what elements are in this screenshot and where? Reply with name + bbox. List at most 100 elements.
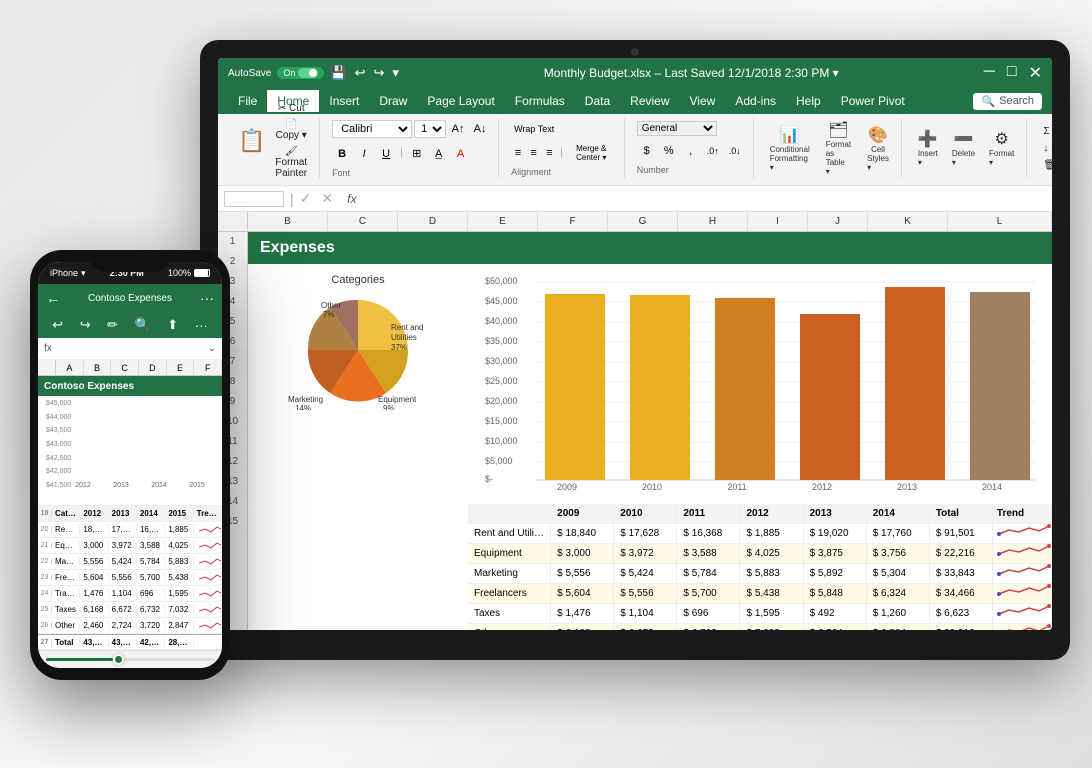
decrease-font-btn[interactable]: A↓ [470, 119, 490, 139]
table-cell-5-5[interactable]: $ 6,504 [804, 624, 867, 631]
font-color-button[interactable]: A [451, 144, 471, 164]
menu-page-layout[interactable]: Page Layout [417, 90, 504, 112]
paste-button[interactable]: 📋 [234, 126, 269, 156]
fill-btn[interactable]: ↓ Fill ▾ [1039, 141, 1052, 156]
format-painter-button[interactable]: 🖌 Format Painter [271, 144, 311, 181]
table-cell-2-7[interactable]: $ 33,843 [930, 564, 993, 584]
phone-cell-5-2[interactable]: 6,672 [109, 605, 137, 614]
table-cell-4-1[interactable]: $ 1,476 [551, 604, 614, 624]
phone-cell-2-5[interactable] [194, 555, 222, 569]
phone-cell-2-4[interactable]: 5,883 [165, 557, 193, 566]
save-icon[interactable]: 💾 [330, 65, 346, 81]
phone-more-dots-icon[interactable]: ··· [195, 318, 208, 333]
fill-color-button[interactable]: A̲ [429, 144, 449, 164]
phone-cell-4-2[interactable]: 1,104 [109, 589, 137, 598]
phone-cell-1-4[interactable]: 4,025 [165, 541, 193, 550]
phone-cell-6-2[interactable]: 2,724 [109, 621, 137, 630]
table-cell-3-7[interactable]: $ 34,466 [930, 584, 993, 604]
autosave-toggle[interactable]: On [277, 67, 324, 79]
table-cell-1-5[interactable]: $ 3,875 [804, 544, 867, 564]
phone-cell-5-4[interactable]: 7,032 [165, 605, 193, 614]
menu-formulas[interactable]: Formulas [505, 90, 575, 112]
phone-cell-4-0[interactable]: Travel [52, 589, 80, 598]
align-right-button[interactable]: ≡ [542, 143, 556, 163]
comma-btn[interactable]: , [681, 141, 701, 161]
phone-cell-6-4[interactable]: 2,847 [165, 621, 193, 630]
menu-view[interactable]: View [680, 90, 726, 112]
phone-cell-0-3[interactable]: 16,368 [137, 525, 165, 534]
table-cell-5-6[interactable]: $ 6,804 [867, 624, 930, 631]
table-cell-0-6[interactable]: $ 17,760 [867, 524, 930, 544]
table-cell-4-5[interactable]: $ 492 [804, 604, 867, 624]
phone-cell-0-4[interactable]: 1,885 [165, 525, 193, 534]
name-box[interactable] [224, 191, 284, 207]
table-cell-0-0[interactable]: Rent and Utilities [468, 524, 551, 544]
autosum-btn[interactable]: Σ AutoSum ▾ [1039, 124, 1052, 139]
phone-cell-3-1[interactable]: 5,604 [80, 573, 108, 582]
phone-cell-1-2[interactable]: 3,972 [109, 541, 137, 550]
phone-cell-7-2[interactable]: 43,080 [109, 638, 137, 647]
table-cell-2-2[interactable]: $ 5,424 [614, 564, 677, 584]
close-icon[interactable]: ✕ [1029, 63, 1042, 83]
clear-btn[interactable]: 🗑 Clear ▾ [1039, 158, 1052, 173]
table-cell-2-5[interactable]: $ 5,892 [804, 564, 867, 584]
phone-cell-0-2[interactable]: 17,628 [109, 525, 137, 534]
table-cell-0-4[interactable]: $ 1,885 [740, 524, 803, 544]
table-cell-0-7[interactable]: $ 91,501 [930, 524, 993, 544]
table-cell-2-3[interactable]: $ 5,784 [677, 564, 740, 584]
delete-cells-btn[interactable]: ➖ Delete ▾ [948, 127, 979, 169]
minimize-icon[interactable]: ─ [984, 63, 995, 83]
table-cell-5-4[interactable]: $ 7,032 [740, 624, 803, 631]
phone-cell-3-2[interactable]: 5,556 [109, 573, 137, 582]
table-cell-1-1[interactable]: $ 3,000 [551, 544, 614, 564]
table-cell-3-2[interactable]: $ 5,556 [614, 584, 677, 604]
table-cell-3-1[interactable]: $ 5,604 [551, 584, 614, 604]
redo-icon[interactable]: ↪ [373, 65, 384, 81]
table-cell-3-0[interactable]: Freelancers [468, 584, 551, 604]
menu-review[interactable]: Review [620, 90, 679, 112]
align-left-button[interactable]: ≡ [511, 143, 525, 163]
phone-cell-6-0[interactable]: Other [52, 621, 80, 630]
phone-cell-1-3[interactable]: 3,588 [137, 541, 165, 550]
search-box[interactable]: 🔍 Search [973, 93, 1042, 110]
increase-font-btn[interactable]: A↑ [448, 119, 468, 139]
phone-cell-2-3[interactable]: 5,784 [137, 557, 165, 566]
font-selector[interactable]: Calibri [332, 120, 412, 138]
table-cell-5-3[interactable]: $ 6,732 [677, 624, 740, 631]
table-cell-4-7[interactable]: $ 6,623 [930, 604, 993, 624]
table-cell-5-0[interactable]: Other [468, 624, 551, 631]
checkmark-icon[interactable]: ✓ [300, 190, 312, 207]
phone-cell-2-0[interactable]: Marketing [52, 557, 80, 566]
cell-styles-btn[interactable]: 🎨 Cell Styles ▾ [863, 123, 893, 174]
dec-increase-btn[interactable]: .0↑ [703, 141, 723, 161]
phone-cell-3-4[interactable]: 5,438 [165, 573, 193, 582]
phone-cell-3-5[interactable] [194, 571, 222, 585]
phone-cell-4-3[interactable]: 696 [137, 589, 165, 598]
phone-share-icon[interactable]: ⬆ [167, 317, 178, 333]
table-cell-0-5[interactable]: $ 19,020 [804, 524, 867, 544]
maximize-icon[interactable]: □ [1007, 63, 1017, 83]
merge-center-button[interactable]: Merge & Center ▾ [567, 143, 616, 163]
table-cell-4-4[interactable]: $ 1,595 [740, 604, 803, 624]
table-cell-5-1[interactable]: $ 6,168 [551, 624, 614, 631]
percent-btn[interactable]: % [659, 141, 679, 161]
border-button[interactable]: ⊞ [407, 144, 427, 164]
phone-cell-7-4[interactable]: 28,705 [165, 638, 193, 647]
phone-cell-3-0[interactable]: Freelancers [52, 573, 80, 582]
table-cell-5-7[interactable]: $ 39,912 [930, 624, 993, 631]
phone-edit-icon[interactable]: ✏ [107, 317, 118, 333]
cut-button[interactable]: ✂ Cut [271, 101, 311, 116]
table-cell-0-1[interactable]: $ 18,840 [551, 524, 614, 544]
phone-redo-icon[interactable]: ↪ [80, 317, 91, 333]
table-cell-1-7[interactable]: $ 22,216 [930, 544, 993, 564]
phone-cell-7-3[interactable]: 42,588 $ [137, 638, 165, 647]
phone-cell-7-0[interactable]: Total [52, 638, 80, 647]
phone-cell-6-5[interactable] [194, 619, 222, 633]
format-as-table-btn[interactable]: 🗂 Format as Table ▾ [822, 118, 855, 178]
phone-cell-5-3[interactable]: 6,732 [137, 605, 165, 614]
phone-cell-4-5[interactable] [194, 587, 222, 601]
phone-cell-2-2[interactable]: 5,424 [109, 557, 137, 566]
phone-cell-2-1[interactable]: 5,556 [80, 557, 108, 566]
table-cell-2-1[interactable]: $ 5,556 [551, 564, 614, 584]
menu-draw[interactable]: Draw [369, 90, 417, 112]
